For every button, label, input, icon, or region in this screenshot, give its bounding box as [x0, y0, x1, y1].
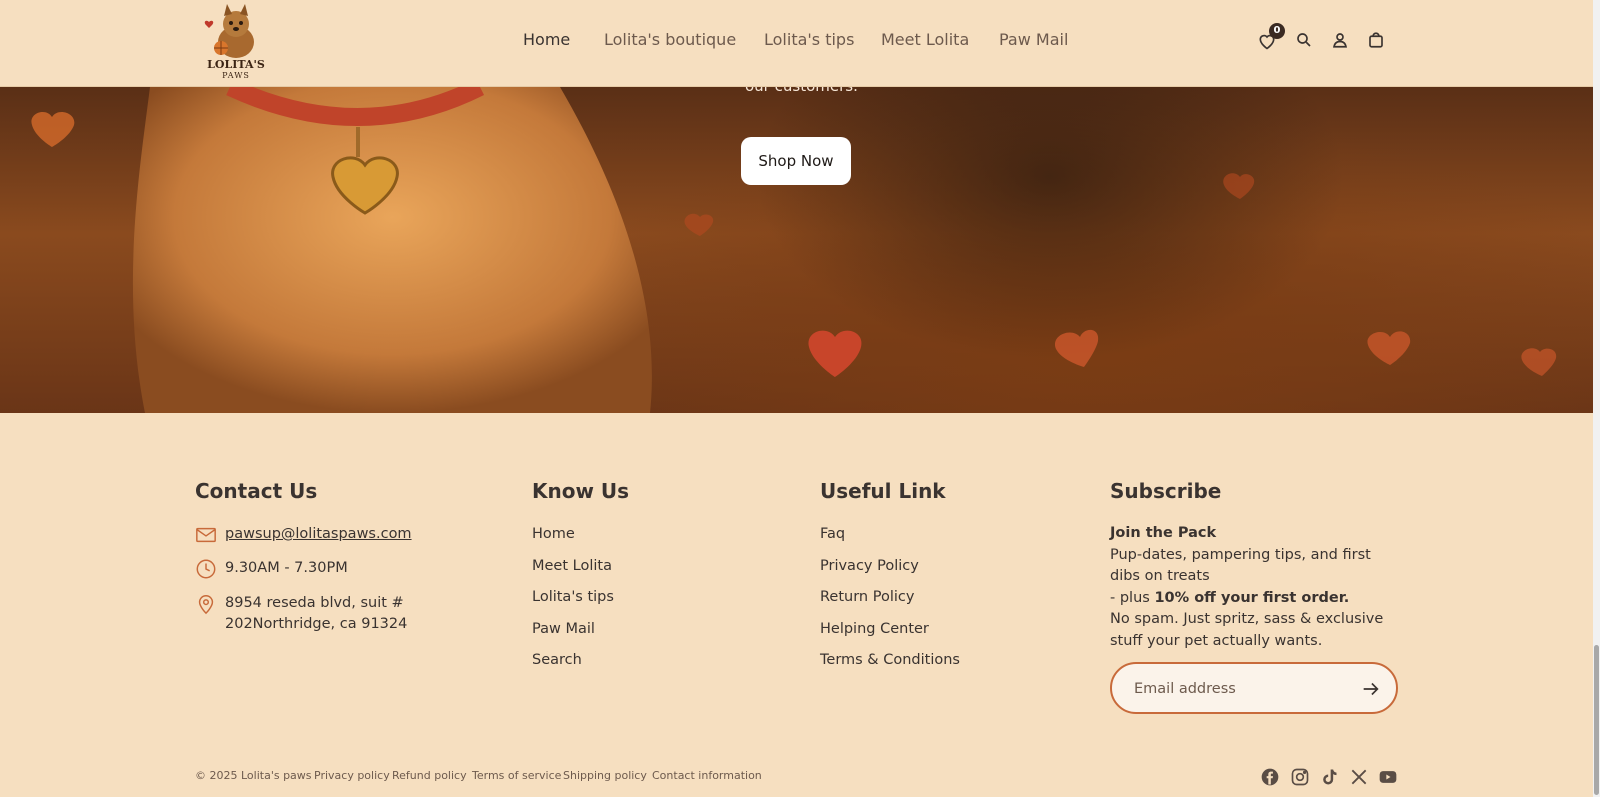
know-us-title: Know Us: [532, 479, 630, 503]
contact-address-row: 8954 reseda blvd, suit # 202Northridge, …: [195, 593, 407, 635]
contact-email-row: pawsup@lolitaspaws.com: [195, 524, 412, 546]
address-line-2: 202Northridge, ca 91324: [225, 616, 408, 632]
bag-icon[interactable]: [1367, 31, 1387, 51]
subscribe-title: Subscribe: [1110, 479, 1222, 503]
footer-link-return-policy[interactable]: Return Policy: [820, 588, 960, 620]
footer-link-lolitas-tips[interactable]: Lolita's tips: [532, 588, 614, 620]
nav-home[interactable]: Home: [523, 30, 570, 49]
heart-icon[interactable]: 0: [1257, 23, 1285, 51]
site-header: LOLITA'S PAWS Home Lolita's boutique Lol…: [0, 0, 1593, 87]
address-line-1: 8954 reseda blvd, suit #: [225, 595, 404, 611]
footer-link-helping-center[interactable]: Helping Center: [820, 620, 960, 652]
footer-link-meet-lolita[interactable]: Meet Lolita: [532, 557, 614, 589]
contact-hours: 9.30AM - 7.30PM: [225, 560, 348, 576]
footer-link-privacy-policy[interactable]: Privacy Policy: [820, 557, 960, 589]
email-input[interactable]: [1134, 677, 1354, 701]
hero-banner: our customers. Shop Now: [0, 87, 1593, 413]
policy-link-shipping[interactable]: Shipping policy: [563, 769, 647, 782]
subscribe-copy: Join the Pack Pup-dates, pampering tips,…: [1110, 523, 1400, 652]
hero-dog-image: [31, 87, 1557, 413]
subscribe-line-3: No spam. Just spritz, sass & exclusive s…: [1110, 611, 1384, 649]
know-us-links: Home Meet Lolita Lolita's tips Paw Mail …: [532, 525, 614, 683]
clock-icon: [196, 559, 216, 579]
subscribe-discount: 10% off your first order.: [1154, 589, 1350, 606]
shop-now-button[interactable]: Shop Now: [741, 137, 851, 185]
contact-email-link[interactable]: pawsup@lolitaspaws.com: [225, 524, 412, 545]
footer-link-home[interactable]: Home: [532, 525, 614, 557]
tiktok-icon[interactable]: [1319, 767, 1339, 787]
policy-link-refund[interactable]: Refund policy: [392, 769, 467, 782]
policy-link-contact[interactable]: Contact information: [652, 769, 762, 782]
location-pin-icon: [198, 595, 214, 615]
useful-links: Faq Privacy Policy Return Policy Helping…: [820, 525, 960, 683]
nav-meet-lolita[interactable]: Meet Lolita: [881, 30, 969, 49]
copyright: © 2025 Lolita's paws: [195, 769, 312, 782]
mail-icon: [196, 527, 216, 543]
email-signup-form: [1110, 662, 1398, 714]
footer-link-search[interactable]: Search: [532, 651, 614, 683]
brand-logo[interactable]: LOLITA'S PAWS: [203, 4, 269, 82]
contact-hours-row: 9.30AM - 7.30PM: [195, 558, 348, 580]
subscribe-line-1: Pup-dates, pampering tips, and first dib…: [1110, 546, 1371, 585]
scrollbar-thumb[interactable]: [1594, 645, 1599, 795]
policy-link-terms[interactable]: Terms of service: [472, 769, 561, 782]
logo-subtext: PAWS: [222, 71, 250, 80]
footer-link-terms[interactable]: Terms & Conditions: [820, 651, 960, 683]
subscribe-heading: Join the Pack: [1110, 525, 1217, 541]
x-icon[interactable]: [1349, 767, 1369, 787]
hero-text-fragment: our customers.: [745, 87, 858, 95]
contact-title: Contact Us: [195, 479, 318, 503]
subscribe-line-2-prefix: - plus: [1110, 589, 1155, 606]
dog-logo-icon: [204, 4, 254, 58]
contact-address: 8954 reseda blvd, suit # 202Northridge, …: [225, 593, 407, 635]
nav-boutique[interactable]: Lolita's boutique: [604, 30, 736, 49]
footer-link-faq[interactable]: Faq: [820, 525, 960, 557]
facebook-icon[interactable]: [1260, 767, 1280, 787]
footer-link-paw-mail[interactable]: Paw Mail: [532, 620, 614, 652]
policy-link-privacy[interactable]: Privacy policy: [314, 769, 390, 782]
search-icon[interactable]: [1295, 31, 1315, 51]
nav-tips[interactable]: Lolita's tips: [764, 30, 854, 49]
user-icon[interactable]: [1331, 31, 1351, 51]
instagram-icon[interactable]: [1290, 767, 1310, 787]
wishlist-count-badge: 0: [1269, 23, 1285, 39]
arrow-right-icon[interactable]: [1360, 678, 1382, 700]
youtube-icon[interactable]: [1378, 767, 1398, 787]
useful-link-title: Useful Link: [820, 479, 946, 503]
nav-paw-mail[interactable]: Paw Mail: [999, 30, 1068, 49]
logo-text: LOLITA'S: [207, 58, 265, 71]
